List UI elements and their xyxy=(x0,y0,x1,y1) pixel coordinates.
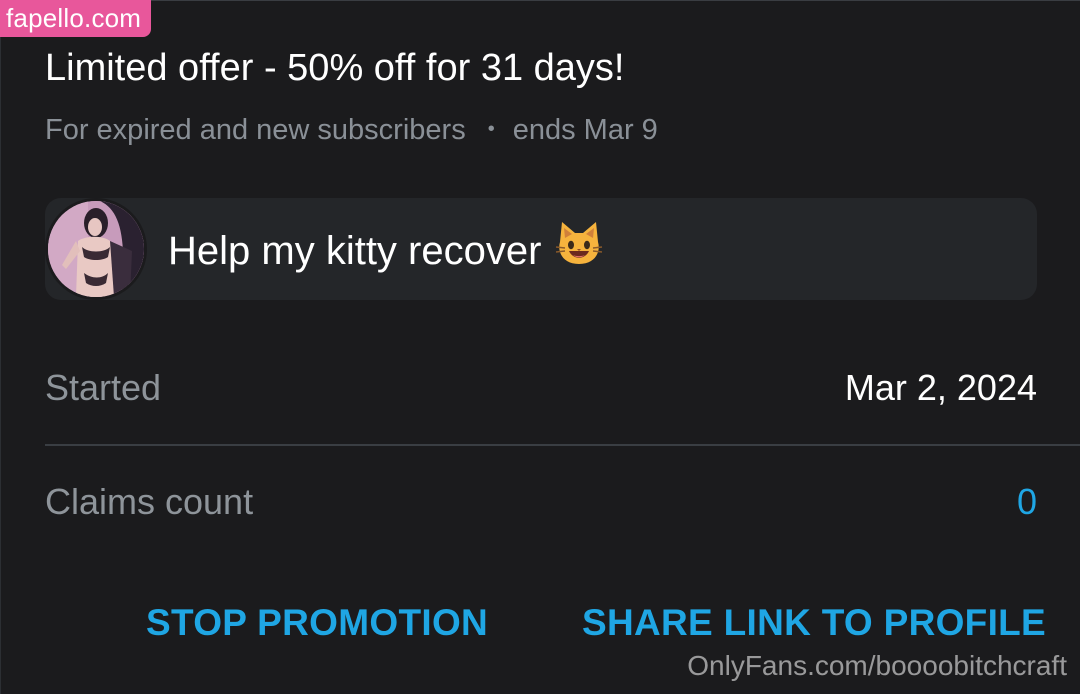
offer-end-date: ends Mar 9 xyxy=(512,114,658,146)
avatar-photo-illustration xyxy=(48,201,144,297)
claims-count-label: Claims count xyxy=(45,481,254,522)
profile-url-watermark: OnlyFans.com/boooobitchcraft xyxy=(687,650,1067,681)
promo-message: Help my kitty recover xyxy=(168,222,605,281)
stop-promotion-button[interactable]: STOP PROMOTION xyxy=(146,600,488,646)
subtitle-separator: • xyxy=(487,118,495,140)
started-label: Started xyxy=(45,367,162,408)
avatar[interactable] xyxy=(45,198,147,300)
divider xyxy=(45,444,1080,446)
share-link-to-profile-button[interactable]: SHARE LINK TO PROFILE xyxy=(582,600,1046,646)
offer-title: Limited offer - 50% off for 31 days! xyxy=(45,47,625,89)
avatar-image xyxy=(48,201,144,297)
screen-frame xyxy=(0,0,1080,694)
promo-message-text: Help my kitty recover xyxy=(168,229,542,274)
offer-subtitle: For expired and new subscribers • ends Mar… xyxy=(45,110,658,149)
offer-audience: For expired and new subscribers xyxy=(45,114,466,146)
started-date: Mar 2, 2024 xyxy=(844,367,1037,408)
claims-count-value[interactable]: 0 xyxy=(1017,480,1037,524)
smiling-cat-icon xyxy=(553,218,605,281)
site-watermark: fapello.com xyxy=(0,0,152,37)
